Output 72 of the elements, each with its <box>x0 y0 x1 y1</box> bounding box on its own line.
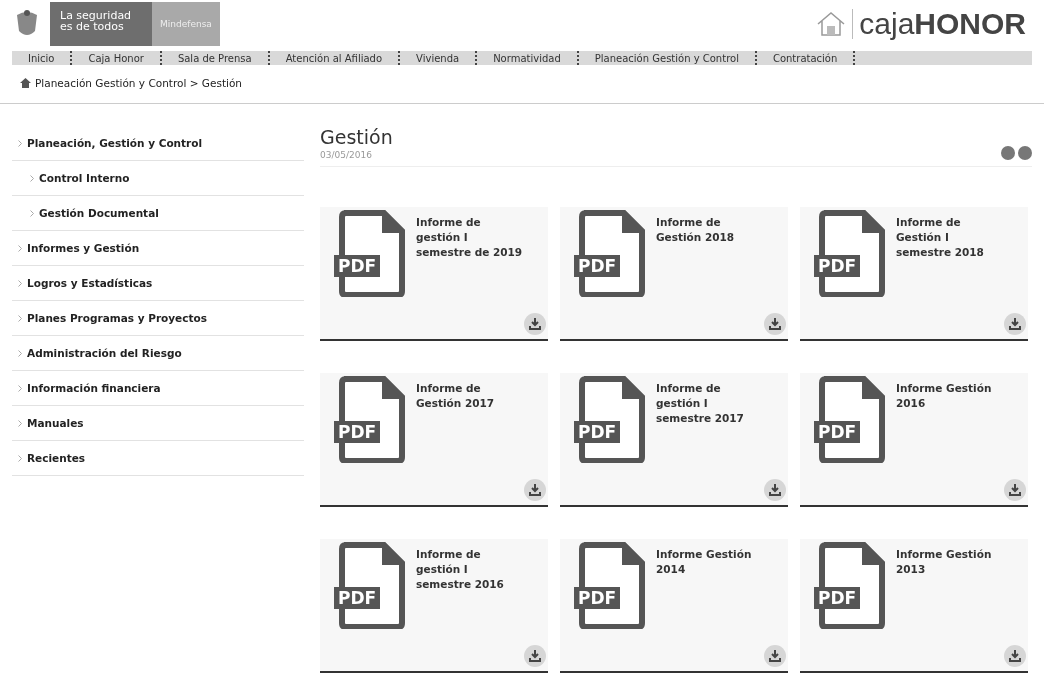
chevron-icon <box>18 384 22 392</box>
file-type-label: PDF <box>574 421 621 443</box>
download-button[interactable] <box>764 313 786 335</box>
nav-link[interactable]: Inicio <box>12 51 73 65</box>
document-title[interactable]: Informe Gestión 2016 <box>896 381 1006 505</box>
chevron-icon <box>18 139 22 147</box>
house-icon <box>816 11 847 37</box>
document-title[interactable]: Informe de Gestión I semestre 2018 <box>896 215 1006 339</box>
document-title[interactable]: Informe Gestión 2013 <box>896 547 1006 671</box>
file-type-label: PDF <box>334 255 381 277</box>
download-icon <box>1009 484 1021 496</box>
nav-link[interactable]: Sala de Prensa <box>161 51 270 65</box>
download-icon <box>769 650 781 662</box>
chevron-icon <box>18 244 22 252</box>
download-icon <box>769 484 781 496</box>
download-icon <box>1009 318 1021 330</box>
file-type-label: PDF <box>574 587 621 609</box>
sidebar-item[interactable]: Administración del Riesgo <box>12 336 304 371</box>
download-icon <box>529 484 541 496</box>
sidebar-item[interactable]: Manuales <box>12 406 304 441</box>
brand-logo: cajaHONOR <box>859 9 1026 39</box>
sidebar-item[interactable]: Planeación, Gestión y Control <box>12 126 304 161</box>
document-title[interactable]: Informe de Gestión 2018 <box>656 215 766 339</box>
nav-link[interactable]: Caja Honor <box>72 51 162 65</box>
document-title[interactable]: Informe de Gestión 2017 <box>416 381 526 505</box>
sidebar-item[interactable]: Control Interno <box>12 161 304 196</box>
nav-link[interactable]: Planeación Gestión y Control <box>578 51 757 65</box>
file-type-label: PDF <box>814 421 861 443</box>
nav-link[interactable]: Atención al Afiliado <box>269 51 401 65</box>
chevron-icon <box>18 314 22 322</box>
chevron-icon <box>30 209 34 217</box>
file-type-label: PDF <box>334 587 381 609</box>
document-title[interactable]: Informe Gestión 2014 <box>656 547 766 671</box>
home-icon[interactable] <box>20 78 31 88</box>
chevron-icon <box>30 174 34 182</box>
download-button[interactable] <box>524 313 546 335</box>
sidebar-item[interactable]: Informes y Gestión <box>12 231 304 266</box>
download-icon <box>769 318 781 330</box>
document-title[interactable]: Informe de gestión I semestre 2017 <box>656 381 766 505</box>
chevron-icon <box>18 279 22 287</box>
download-button[interactable] <box>764 479 786 501</box>
sidebar-item[interactable]: Gestión Documental <box>12 196 304 231</box>
ministry-label: Mindefensa <box>152 2 220 46</box>
document-title[interactable]: Informe de gestión I semestre de 2019 <box>416 215 526 339</box>
nav-link[interactable]: Contratación <box>756 51 856 65</box>
chevron-icon <box>18 419 22 427</box>
chevron-icon <box>18 454 22 462</box>
breadcrumb: Planeación Gestión y Control > Gestión <box>35 77 243 89</box>
download-button[interactable] <box>1004 479 1026 501</box>
page-title: Gestión <box>320 126 393 148</box>
download-button[interactable] <box>524 479 546 501</box>
sidebar-item[interactable]: Planes Programas y Proyectos <box>12 301 304 336</box>
file-type-label: PDF <box>814 587 861 609</box>
sidebar-item[interactable]: Información financiera <box>12 371 304 406</box>
download-icon <box>529 650 541 662</box>
download-icon <box>1009 650 1021 662</box>
download-button[interactable] <box>1004 645 1026 667</box>
sidebar-item[interactable]: Logros y Estadísticas <box>12 266 304 301</box>
document-title[interactable]: Informe de gestión I semestre 2016 <box>416 547 526 671</box>
chevron-icon <box>18 349 22 357</box>
file-type-label: PDF <box>814 255 861 277</box>
download-icon <box>529 318 541 330</box>
sidebar-item[interactable]: Recientes <box>12 441 304 476</box>
download-button[interactable] <box>1004 313 1026 335</box>
file-type-label: PDF <box>574 255 621 277</box>
file-type-label: PDF <box>334 421 381 443</box>
download-button[interactable] <box>764 645 786 667</box>
nav-link[interactable]: Vivienda <box>400 51 478 65</box>
page-date: 03/05/2016 <box>320 150 373 160</box>
nav-link[interactable]: Normatividad <box>477 51 579 65</box>
download-button[interactable] <box>524 645 546 667</box>
slogan-banner: La seguridad es de todos <box>50 2 152 46</box>
